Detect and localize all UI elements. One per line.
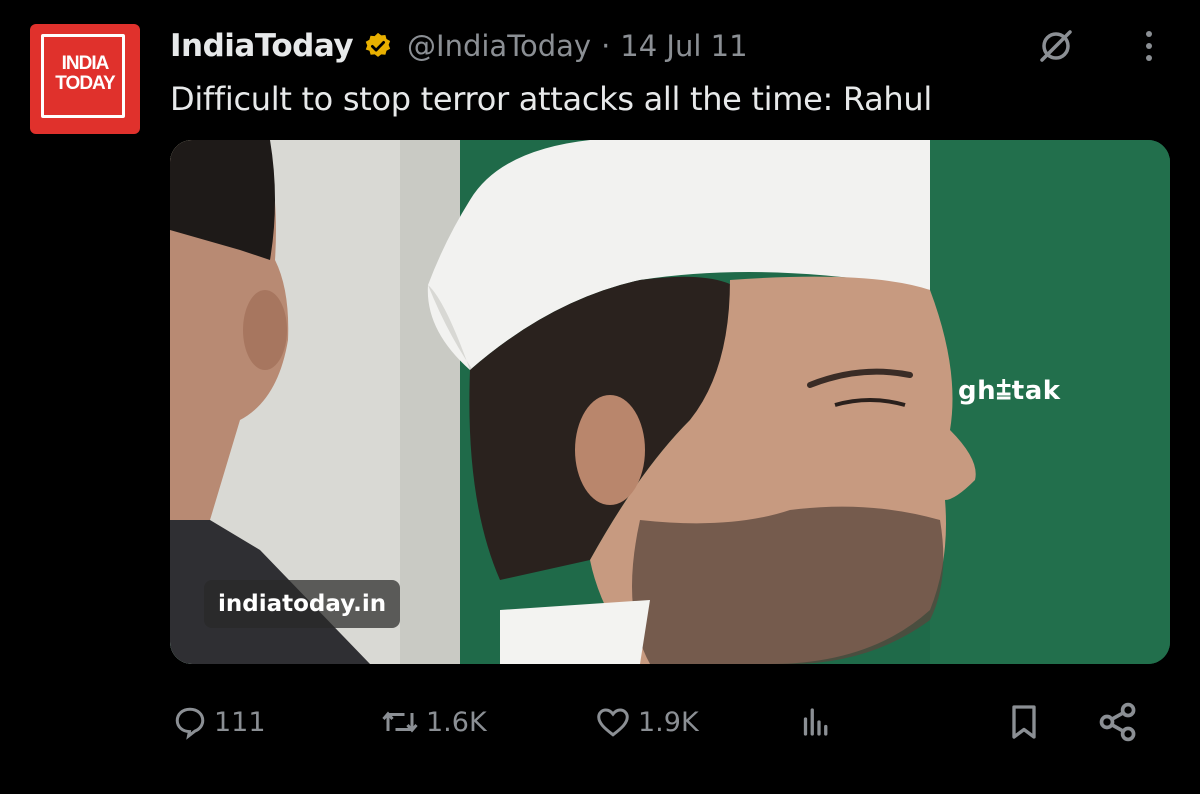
share-icon bbox=[1099, 702, 1136, 742]
bookmark-icon bbox=[1012, 705, 1036, 739]
handle[interactable]: @IndiaToday bbox=[407, 29, 591, 63]
tweet-text: Difficult to stop terror attacks all the… bbox=[170, 80, 932, 118]
action-bar: 111 1.6K 1.9K bbox=[0, 690, 1200, 754]
avatar[interactable]: INDIA TODAY bbox=[30, 24, 140, 134]
avatar-logo: INDIA TODAY bbox=[30, 54, 140, 94]
verified-badge-icon bbox=[365, 32, 391, 57]
repost-icon bbox=[382, 711, 418, 733]
grok-icon[interactable] bbox=[1034, 26, 1078, 66]
reply-count: 111 bbox=[214, 706, 266, 738]
more-options-icon[interactable] bbox=[1134, 26, 1164, 66]
reply-icon bbox=[175, 707, 205, 740]
analytics-icon bbox=[803, 708, 828, 736]
heart-icon bbox=[597, 708, 629, 737]
tweet: INDIA TODAY IndiaToday @IndiaToday · 14 … bbox=[0, 0, 1200, 794]
reply-button[interactable]: 111 bbox=[172, 690, 266, 754]
like-count: 1.9K bbox=[638, 706, 699, 738]
avatar-logo-line1: INDIA bbox=[61, 53, 110, 74]
display-name[interactable]: IndiaToday bbox=[170, 28, 354, 64]
share-button[interactable] bbox=[1096, 690, 1140, 754]
repost-count: 1.6K bbox=[426, 706, 487, 738]
avatar-logo-line2: TODAY bbox=[55, 73, 115, 94]
watermark-logo: gh⩲tak bbox=[958, 376, 1061, 406]
repost-button[interactable]: 1.6K bbox=[380, 690, 487, 754]
media-source-label: indiatoday.in bbox=[204, 580, 401, 628]
bookmark-button[interactable] bbox=[1004, 690, 1044, 754]
separator: · bbox=[601, 29, 611, 63]
views-button[interactable] bbox=[796, 690, 842, 754]
tweet-media-image[interactable]: indiatoday.in gh⩲tak bbox=[170, 140, 1170, 664]
like-button[interactable]: 1.9K bbox=[594, 690, 699, 754]
timestamp[interactable]: 14 Jul 11 bbox=[620, 29, 747, 63]
tweet-header: IndiaToday @IndiaToday · 14 Jul 11 bbox=[170, 26, 748, 66]
